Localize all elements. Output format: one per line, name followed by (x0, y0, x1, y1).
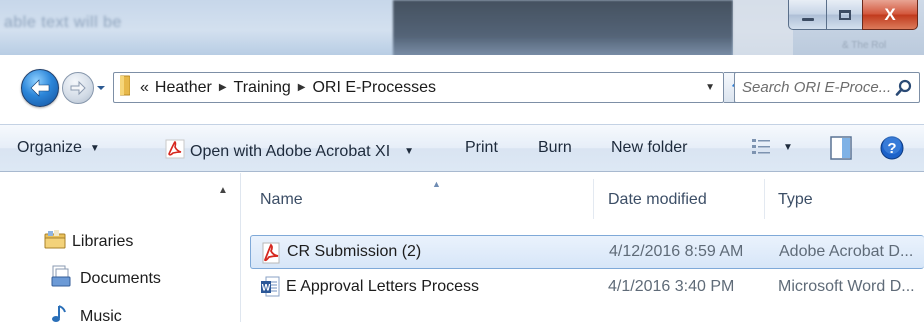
nav-item-documents[interactable]: Documents (50, 265, 161, 292)
breadcrumb-arrow-icon[interactable]: ▶ (298, 82, 306, 93)
file-type: Microsoft Word D... (778, 278, 915, 295)
help-icon: ? (880, 136, 904, 160)
file-date-modified: 4/1/2016 3:40 PM (608, 278, 735, 295)
breadcrumb-heather[interactable]: Heather (155, 79, 212, 97)
preview-pane-icon (830, 136, 852, 160)
column-divider[interactable] (593, 179, 594, 219)
burn-label: Burn (538, 139, 572, 156)
change-view-button[interactable]: ▼ (751, 137, 793, 157)
close-icon: X (884, 4, 896, 24)
address-dropdown-icon[interactable]: ▼ (705, 82, 715, 93)
navigation-pane: ▲ Libraries Documents Music (0, 173, 241, 322)
navigation-bar: « Heather ▶ Training ▶ ORI E-Processes ▼ (0, 64, 924, 110)
breadcrumb-arrow-icon[interactable]: ▶ (219, 82, 227, 93)
search-box[interactable] (734, 72, 920, 103)
address-bar[interactable]: « Heather ▶ Training ▶ ORI E-Processes ▼ (113, 72, 724, 103)
window-controls: X (788, 0, 918, 30)
libraries-icon (44, 229, 66, 254)
organize-label: Organize (17, 139, 82, 156)
column-divider[interactable] (764, 179, 765, 219)
folder-icon (119, 74, 131, 101)
chevron-down-icon (97, 86, 105, 90)
print-label: Print (465, 139, 498, 156)
open-with-label: Open with Adobe Acrobat XI (190, 142, 391, 160)
back-arrow-icon (30, 79, 50, 97)
command-bar: Organize ▼ Open with Adobe Acrobat XI ▼ … (0, 124, 924, 172)
background-window-strip (393, 0, 733, 55)
organize-button[interactable]: Organize ▼ (17, 139, 100, 157)
column-header-type[interactable]: Type (778, 191, 813, 209)
word-file-icon: W (260, 276, 280, 303)
file-name: CR Submission (2) (287, 243, 422, 260)
details-view-icon (752, 139, 770, 154)
maximize-button[interactable] (826, 0, 862, 30)
pdf-file-icon (261, 242, 281, 269)
file-list: ▲ Name Date modified Type CR Submission … (242, 173, 924, 322)
new-folder-label: New folder (611, 139, 688, 156)
preview-pane-button[interactable] (830, 136, 852, 160)
nav-item-label: Documents (80, 269, 161, 287)
minimize-button[interactable] (788, 0, 826, 30)
acrobat-icon (165, 139, 185, 164)
print-button[interactable]: Print (465, 139, 498, 157)
column-header-date-modified[interactable]: Date modified (608, 191, 707, 209)
recent-pages-button[interactable] (94, 80, 108, 96)
maximize-icon (838, 9, 851, 20)
file-type: Adobe Acrobat D... (779, 243, 914, 260)
file-date-modified: 4/12/2016 8:59 AM (609, 243, 744, 260)
back-button[interactable] (21, 69, 59, 107)
column-header-name[interactable]: Name (260, 191, 303, 209)
documents-icon (50, 265, 72, 292)
nav-item-libraries[interactable]: Libraries (44, 229, 133, 254)
file-name: E Approval Letters Process (286, 278, 479, 295)
nav-item-label: Music (80, 307, 122, 322)
breadcrumb-ori-e-processes[interactable]: ORI E-Processes (312, 79, 436, 97)
chevron-down-icon: ▼ (89, 142, 100, 154)
minimize-icon (801, 17, 814, 21)
svg-text:?: ? (887, 140, 896, 157)
svg-text:W: W (262, 283, 271, 293)
file-row-cr-submission[interactable]: CR Submission (2) 4/12/2016 8:59 AM Adob… (250, 235, 924, 269)
background-ghost-text: & The Rol (842, 40, 887, 51)
new-folder-button[interactable]: New folder (611, 139, 687, 157)
chevron-down-icon: ▼ (404, 146, 415, 157)
background-window-text: able text will be (4, 14, 122, 31)
sort-ascending-icon: ▲ (432, 179, 441, 189)
file-row-e-approval-letters[interactable]: W E Approval Letters Process 4/1/2016 3:… (250, 270, 924, 304)
title-bar: able text will be & The Rol X (0, 0, 924, 55)
open-with-button[interactable]: Open with Adobe Acrobat XI ▼ (165, 139, 414, 164)
breadcrumb-training[interactable]: Training (234, 79, 291, 97)
nav-item-label: Libraries (72, 232, 134, 250)
forward-button[interactable] (62, 72, 94, 104)
forward-arrow-icon (70, 80, 86, 96)
music-icon (50, 303, 72, 322)
background-window-strip-2 (733, 0, 793, 55)
overflow-chevron[interactable]: « (140, 79, 149, 97)
help-button[interactable]: ? (880, 136, 904, 160)
chevron-down-icon: ▼ (783, 141, 793, 153)
burn-button[interactable]: Burn (538, 139, 572, 157)
scroll-up-icon[interactable]: ▲ (218, 185, 228, 196)
close-button[interactable]: X (862, 0, 918, 30)
nav-item-music[interactable]: Music (50, 303, 122, 322)
search-icon[interactable] (895, 79, 913, 102)
search-input[interactable] (742, 79, 892, 96)
